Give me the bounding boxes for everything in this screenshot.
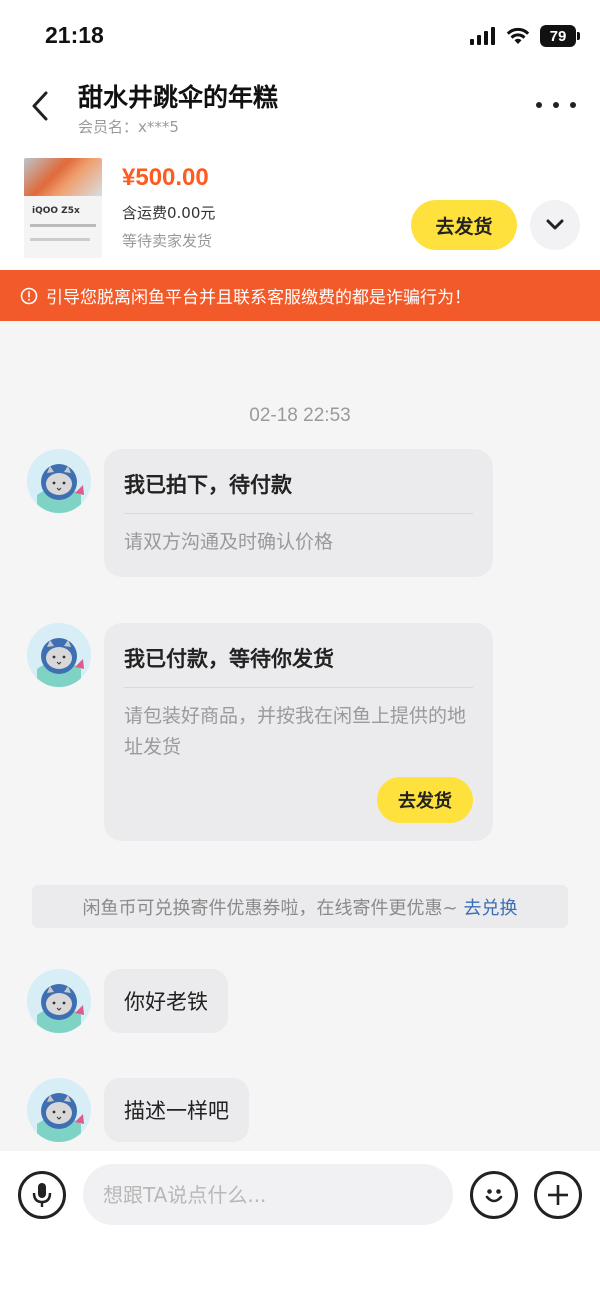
page-title: 甜水井跳伞的年糕 (78, 83, 279, 112)
notice-text: 闲鱼币可兑换寄件优惠券啦，在线寄件更优惠~ (82, 897, 458, 919)
avatar[interactable] (27, 449, 91, 513)
redeem-link[interactable]: 去兑换 (464, 894, 518, 920)
avatar[interactable] (27, 1078, 91, 1142)
status-bar: 21:18 79 (0, 0, 600, 70)
card-description: 请包装好商品，并按我在闲鱼上提供的地址发货 (124, 705, 467, 758)
order-status-card[interactable]: 我已付款，等待你发货 请包装好商品，并按我在闲鱼上提供的地址发货 去发货 (104, 623, 493, 841)
signal-icon (470, 27, 495, 45)
order-price: ¥500.00 (122, 164, 209, 191)
product-thumbnail[interactable]: iQOO Z5x (24, 158, 102, 258)
more-button[interactable] (536, 92, 576, 118)
message-input[interactable] (83, 1164, 453, 1225)
cat-avatar-icon (27, 449, 91, 513)
chevron-down-icon (546, 219, 564, 230)
thumbnail-brand: iQOO Z5x (32, 206, 80, 216)
order-status-card[interactable]: 我已拍下，待付款 请双方沟通及时确认价格 (104, 449, 493, 577)
avatar[interactable] (27, 623, 91, 687)
plus-button[interactable] (534, 1171, 582, 1219)
member-name: 会员名：x***5 (78, 118, 179, 136)
battery-icon: 79 (540, 25, 580, 47)
card-ship-button[interactable]: 去发货 (377, 777, 473, 823)
fraud-warning-banner: 引导您脱离闲鱼平台并且联系客服缴费的都是诈骗行为！ (0, 270, 600, 321)
avatar[interactable] (27, 969, 91, 1033)
cat-avatar-icon (27, 623, 91, 687)
warning-icon (20, 287, 38, 304)
voice-button[interactable] (18, 1171, 66, 1219)
back-button[interactable] (22, 86, 58, 126)
cat-avatar-icon (27, 969, 91, 1033)
emoji-button[interactable] (470, 1171, 518, 1219)
coupon-notice: 闲鱼币可兑换寄件优惠券啦，在线寄件更优惠~ 去兑换 (32, 885, 568, 928)
battery-level: 79 (549, 27, 567, 45)
order-card[interactable]: iQOO Z5x ¥500.00 含运费0.00元 等待卖家发货 去发货 (0, 150, 600, 268)
card-description: 请双方沟通及时确认价格 (124, 531, 334, 553)
more-icon (536, 102, 542, 108)
order-status: 等待卖家发货 (122, 232, 213, 250)
cat-avatar-icon (27, 1078, 91, 1142)
card-divider (124, 513, 473, 514)
back-icon (32, 91, 48, 121)
emoji-icon (485, 1189, 503, 1203)
message-bubble[interactable]: 你好老铁 (104, 969, 228, 1033)
status-time: 21:18 (45, 22, 104, 48)
expand-button[interactable] (530, 200, 580, 250)
chat-area[interactable]: 02-18 22:53 我已拍下，待付款 请双方沟通及时确认价格 我已付款，等待… (0, 321, 600, 1151)
warning-text: 引导您脱离闲鱼平台并且联系客服缴费的都是诈骗行为！ (46, 288, 471, 308)
input-bar (0, 1151, 600, 1299)
status-icons: 79 (470, 25, 580, 47)
voice-icon (32, 1183, 52, 1207)
chat-header: 甜水井跳伞的年糕 会员名：x***5 (0, 70, 600, 145)
card-title: 我已拍下，待付款 (124, 473, 292, 497)
wifi-icon (506, 27, 530, 44)
plus-icon (548, 1185, 568, 1205)
card-title: 我已付款，等待你发货 (124, 647, 334, 671)
card-divider (124, 687, 473, 688)
message-timestamp: 02-18 22:53 (249, 405, 351, 426)
ship-button[interactable]: 去发货 (411, 200, 517, 250)
shipping-fee: 含运费0.00元 (122, 204, 216, 222)
message-bubble[interactable]: 描述一样吧 (104, 1078, 249, 1142)
